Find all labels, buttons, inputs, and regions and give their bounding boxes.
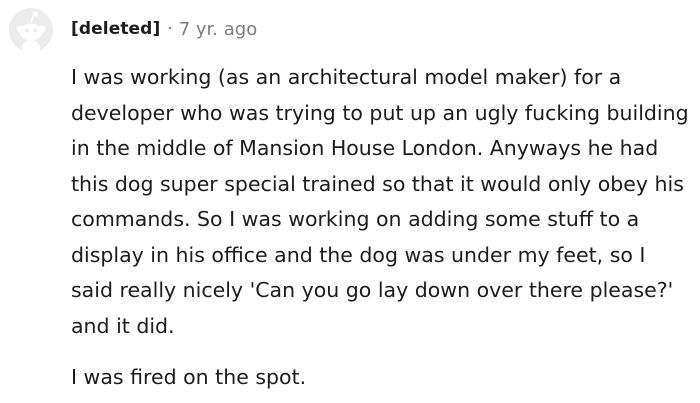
default-reddit-snoo-icon bbox=[9, 8, 53, 52]
comment-meta: [deleted] · 7 yr. ago bbox=[71, 17, 257, 41]
comment-age[interactable]: 7 yr. ago bbox=[179, 19, 258, 40]
comment: [deleted] · 7 yr. ago I was working (as … bbox=[0, 0, 700, 403]
avatar[interactable] bbox=[9, 8, 53, 52]
author-name[interactable]: [deleted] bbox=[71, 19, 160, 39]
comment-paragraph: I was fired on the spot. bbox=[71, 365, 307, 389]
comment-paragraph: I was working (as an architectural model… bbox=[71, 65, 689, 338]
comment-body: I was working (as an architectural model… bbox=[71, 60, 693, 396]
meta-separator: · bbox=[167, 19, 173, 39]
